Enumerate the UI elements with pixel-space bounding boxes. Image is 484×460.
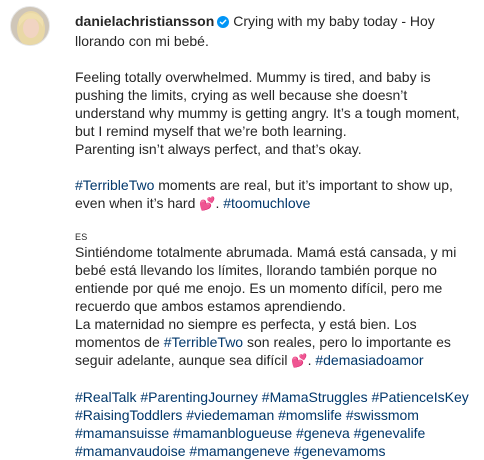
hashtag-list: #RealTalk #ParentingJourney #MamaStruggl… (75, 388, 477, 460)
caption-es-paragraph: Sintiéndome totalmente abrumada. Mamá es… (75, 244, 457, 314)
caption-en-line2: Parenting isn’t always perfect, and that… (75, 141, 362, 157)
hashtag-link[interactable]: #MamaStruggles (262, 389, 368, 405)
caption-en-paragraph: Feeling totally overwhelmed. Mummy is ti… (75, 69, 460, 139)
language-label: ES (75, 232, 88, 242)
hashtag-link[interactable]: #mamangeneve (189, 443, 289, 459)
hashtag-link[interactable]: #toomuchlove (223, 195, 310, 211)
hashtag-link[interactable]: #swissmom (346, 407, 419, 423)
hashtag-link[interactable]: #genevamoms (294, 443, 386, 459)
heart-emoji-icon: 💕 (199, 196, 216, 211)
hashtag-link[interactable]: #momslife (278, 407, 342, 423)
hashtag-link[interactable]: #mamanblogueuse (173, 425, 292, 441)
hashtag-link[interactable]: #demasiadoamor (315, 352, 423, 368)
hashtag-link[interactable]: #PatienceIsKey (372, 389, 469, 405)
hashtag-link[interactable]: #TerribleTwo (75, 177, 154, 193)
hashtag-link[interactable]: #geneva (296, 425, 350, 441)
caption-es-paragraph-2: La maternidad no siempre es perfecta, y … (75, 315, 477, 370)
hashtag-link[interactable]: #ParentingJourney (140, 389, 258, 405)
caption-en-hashtag-paragraph: #TerribleTwo moments are real, but it’s … (75, 176, 477, 213)
verified-badge-icon (217, 14, 230, 32)
avatar[interactable] (10, 6, 50, 46)
hashtag-link[interactable]: #TerribleTwo (164, 334, 243, 350)
hashtag-link[interactable]: #RaisingToddlers (75, 407, 182, 423)
caption-header: danielachristiansson Crying with my baby … (75, 12, 477, 50)
hashtag-link[interactable]: #mamanvaudoise (75, 443, 186, 459)
post-caption: danielachristiansson Crying with my baby … (75, 12, 477, 460)
hashtag-link[interactable]: #mamansuisse (75, 425, 169, 441)
hashtag-link[interactable]: #viedemaman (186, 407, 274, 423)
hashtag-link[interactable]: #genevalife (354, 425, 426, 441)
hashtag-link[interactable]: #RealTalk (75, 389, 136, 405)
avatar-image (11, 7, 49, 45)
username-link[interactable]: danielachristiansson (75, 13, 214, 29)
heart-emoji-icon: 💕 (291, 353, 308, 368)
